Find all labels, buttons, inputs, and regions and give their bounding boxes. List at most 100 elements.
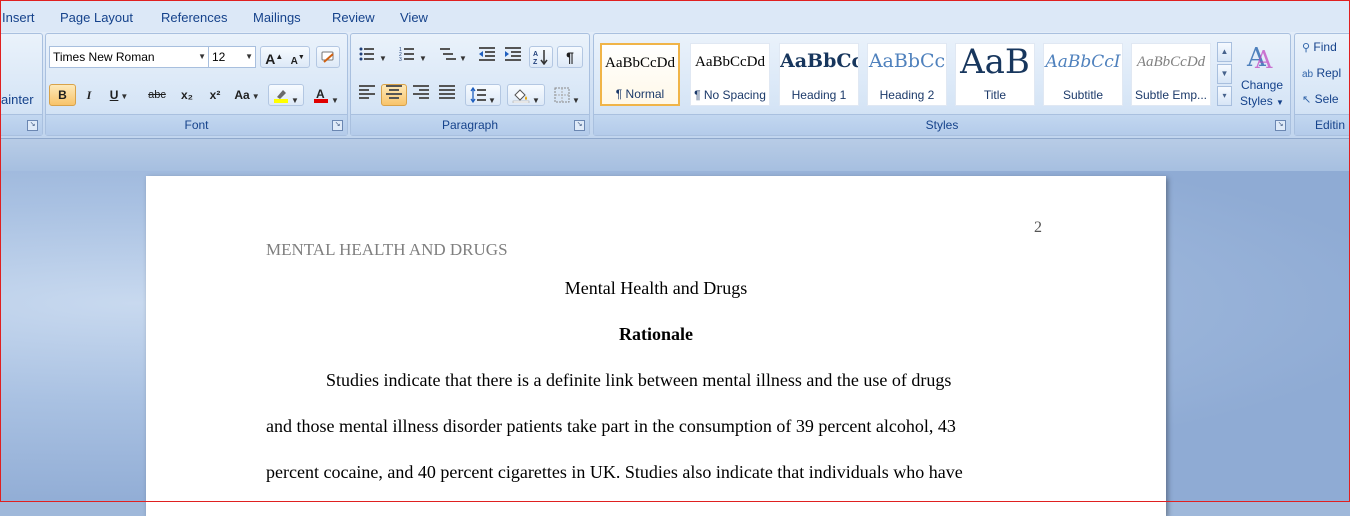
justify-button[interactable]: [435, 84, 459, 106]
clear-format-icon: [321, 51, 334, 63]
shrink-font-button[interactable]: A: [291, 56, 298, 67]
paragraph-group: ▼ 1 2 3 ▼ ▼ AZ ¶ ▼ ▼ ▼ Paragraph ↘: [350, 33, 590, 136]
change-case-button[interactable]: Aa ▼: [230, 84, 264, 106]
format-painter-button[interactable]: ainter: [1, 92, 34, 107]
styles-group: AaBbCcDd ¶ Normal AaBbCcDd ¶ No Spacing …: [593, 33, 1291, 136]
superscript-button[interactable]: x²: [202, 84, 228, 106]
styles-dialog-launcher-icon[interactable]: ↘: [1275, 120, 1286, 131]
font-size-combo[interactable]: 12 ▼: [208, 46, 256, 68]
decrease-indent-icon: [479, 47, 495, 61]
chevron-down-icon: ▼: [198, 52, 206, 61]
chevron-down-icon: ▼: [379, 54, 387, 63]
change-styles-icon: A A: [1246, 43, 1273, 74]
font-dialog-launcher-icon[interactable]: ↘: [332, 120, 343, 131]
chevron-down-icon: ▼: [1276, 98, 1284, 107]
sort-button[interactable]: AZ: [529, 46, 553, 68]
align-center-button[interactable]: [381, 84, 407, 106]
style-no-spacing[interactable]: AaBbCcDd ¶ No Spacing: [690, 43, 770, 106]
tab-insert[interactable]: Insert: [2, 10, 35, 25]
chevron-down-icon: ▼: [419, 54, 427, 63]
chevron-down-icon: ▼: [572, 96, 580, 105]
style-heading-2[interactable]: AaBbCc Heading 2: [867, 43, 947, 106]
font-name-combo[interactable]: Times New Roman ▼: [49, 46, 209, 68]
chevron-down-icon: ▼: [251, 92, 260, 101]
line-spacing-icon: [470, 86, 487, 104]
tab-mailings[interactable]: Mailings: [253, 10, 301, 25]
multilevel-list-button[interactable]: ▼: [435, 46, 471, 68]
align-right-icon: [413, 85, 429, 99]
svg-text:Z: Z: [533, 59, 538, 65]
highlight-button[interactable]: ▼: [268, 84, 304, 106]
ruler-bar: [0, 139, 1350, 172]
grow-font-button[interactable]: A: [265, 51, 275, 67]
line-spacing-button[interactable]: ▼: [465, 84, 501, 106]
borders-icon: [554, 87, 570, 103]
chevron-down-icon: ▼: [291, 96, 299, 105]
style-subtle-emphasis[interactable]: AaBbCcDd Subtle Emp...: [1131, 43, 1211, 106]
align-right-button[interactable]: [409, 84, 433, 106]
bold-button[interactable]: B: [49, 84, 76, 106]
body-line: and those mental illness disorder patien…: [266, 416, 956, 436]
bullets-icon: [359, 47, 375, 61]
style-subtitle[interactable]: AaBbCcI Subtitle: [1043, 43, 1123, 106]
shading-button[interactable]: ▼: [507, 84, 545, 106]
highlighter-icon: [274, 90, 289, 103]
numbering-button[interactable]: 1 2 3 ▼: [395, 46, 431, 68]
clipboard-dialog-launcher-icon[interactable]: ↘: [27, 120, 38, 131]
paint-bucket-icon: [512, 89, 530, 104]
paragraph-dialog-launcher-icon[interactable]: ↘: [574, 120, 585, 131]
tab-references[interactable]: References: [161, 10, 227, 25]
subscript-button[interactable]: x₂: [174, 84, 200, 106]
replace-icon: ab: [1302, 69, 1314, 80]
binoculars-icon: ⚲: [1302, 42, 1311, 54]
style-title[interactable]: AaB Title: [955, 43, 1035, 106]
style-normal[interactable]: AaBbCcDd ¶ Normal: [600, 43, 680, 106]
grow-shrink-font-buttons: A▲ A▼: [260, 46, 310, 68]
document-page[interactable]: 2 MENTAL HEALTH AND DRUGS Mental Health …: [146, 176, 1166, 516]
numbering-icon: 1 2 3: [399, 47, 415, 63]
increase-indent-button[interactable]: [501, 46, 525, 68]
svg-text:A: A: [316, 87, 325, 101]
tab-view[interactable]: View: [400, 10, 428, 25]
chevron-down-icon: ▼: [532, 96, 540, 105]
ribbon-tab-bar: Insert Page Layout References Mailings R…: [0, 0, 1350, 32]
font-color-button[interactable]: A ▼: [308, 84, 344, 106]
font-group: Times New Roman ▼ 12 ▼ A▲ A▼ B I U ▼ abc x₂…: [45, 33, 348, 136]
increase-indent-icon: [505, 47, 521, 61]
align-left-button[interactable]: [355, 84, 379, 106]
chevron-down-icon: ▼: [120, 92, 129, 101]
show-hide-marks-button[interactable]: ¶: [557, 46, 583, 68]
tab-page-layout[interactable]: Page Layout: [60, 10, 133, 25]
multilevel-list-icon: [440, 48, 457, 60]
select-button[interactable]: ↖ Sele: [1302, 92, 1339, 106]
chevron-down-icon: ▼: [488, 96, 496, 105]
underline-button[interactable]: U ▼: [102, 84, 136, 106]
bullets-button[interactable]: ▼: [355, 46, 391, 68]
section-heading: Rationale: [619, 324, 693, 344]
replace-button[interactable]: ab Repl: [1302, 66, 1341, 80]
change-styles-button[interactable]: A A Change Styles ▼: [1234, 38, 1290, 114]
strikethrough-button[interactable]: abc: [142, 84, 172, 106]
styles-more-button[interactable]: ▾: [1217, 86, 1232, 106]
ribbon: ainter ↘ Times New Roman ▼ 12 ▼ A▲ A▼ B I …: [0, 32, 1350, 139]
cursor-arrow-icon: ↖: [1302, 94, 1312, 106]
justify-icon: [439, 85, 455, 99]
paragraph-group-label: Paragraph: [351, 114, 589, 135]
styles-scroll-down-button[interactable]: ▼: [1217, 64, 1232, 84]
italic-button[interactable]: I: [77, 84, 101, 106]
body-line: percent cocaine, and 40 percent cigarett…: [266, 462, 963, 482]
chevron-down-icon: ▼: [459, 54, 467, 63]
decrease-indent-button[interactable]: [475, 46, 499, 68]
body-line: Studies indicate that there is a definit…: [326, 370, 952, 390]
styles-scroll-up-button[interactable]: ▲: [1217, 42, 1232, 62]
style-heading-1[interactable]: AaBbCc Heading 1: [779, 43, 859, 106]
font-color-icon: A: [314, 87, 329, 103]
svg-text:A: A: [533, 51, 538, 58]
running-head: MENTAL HEALTH AND DRUGS: [266, 240, 508, 259]
svg-text:3: 3: [399, 57, 402, 61]
find-button[interactable]: ⚲ Find: [1302, 40, 1337, 54]
editing-group-label: Editin: [1295, 114, 1350, 135]
tab-review[interactable]: Review: [332, 10, 375, 25]
borders-button[interactable]: ▼: [549, 84, 585, 106]
clear-formatting-button[interactable]: [316, 46, 340, 68]
